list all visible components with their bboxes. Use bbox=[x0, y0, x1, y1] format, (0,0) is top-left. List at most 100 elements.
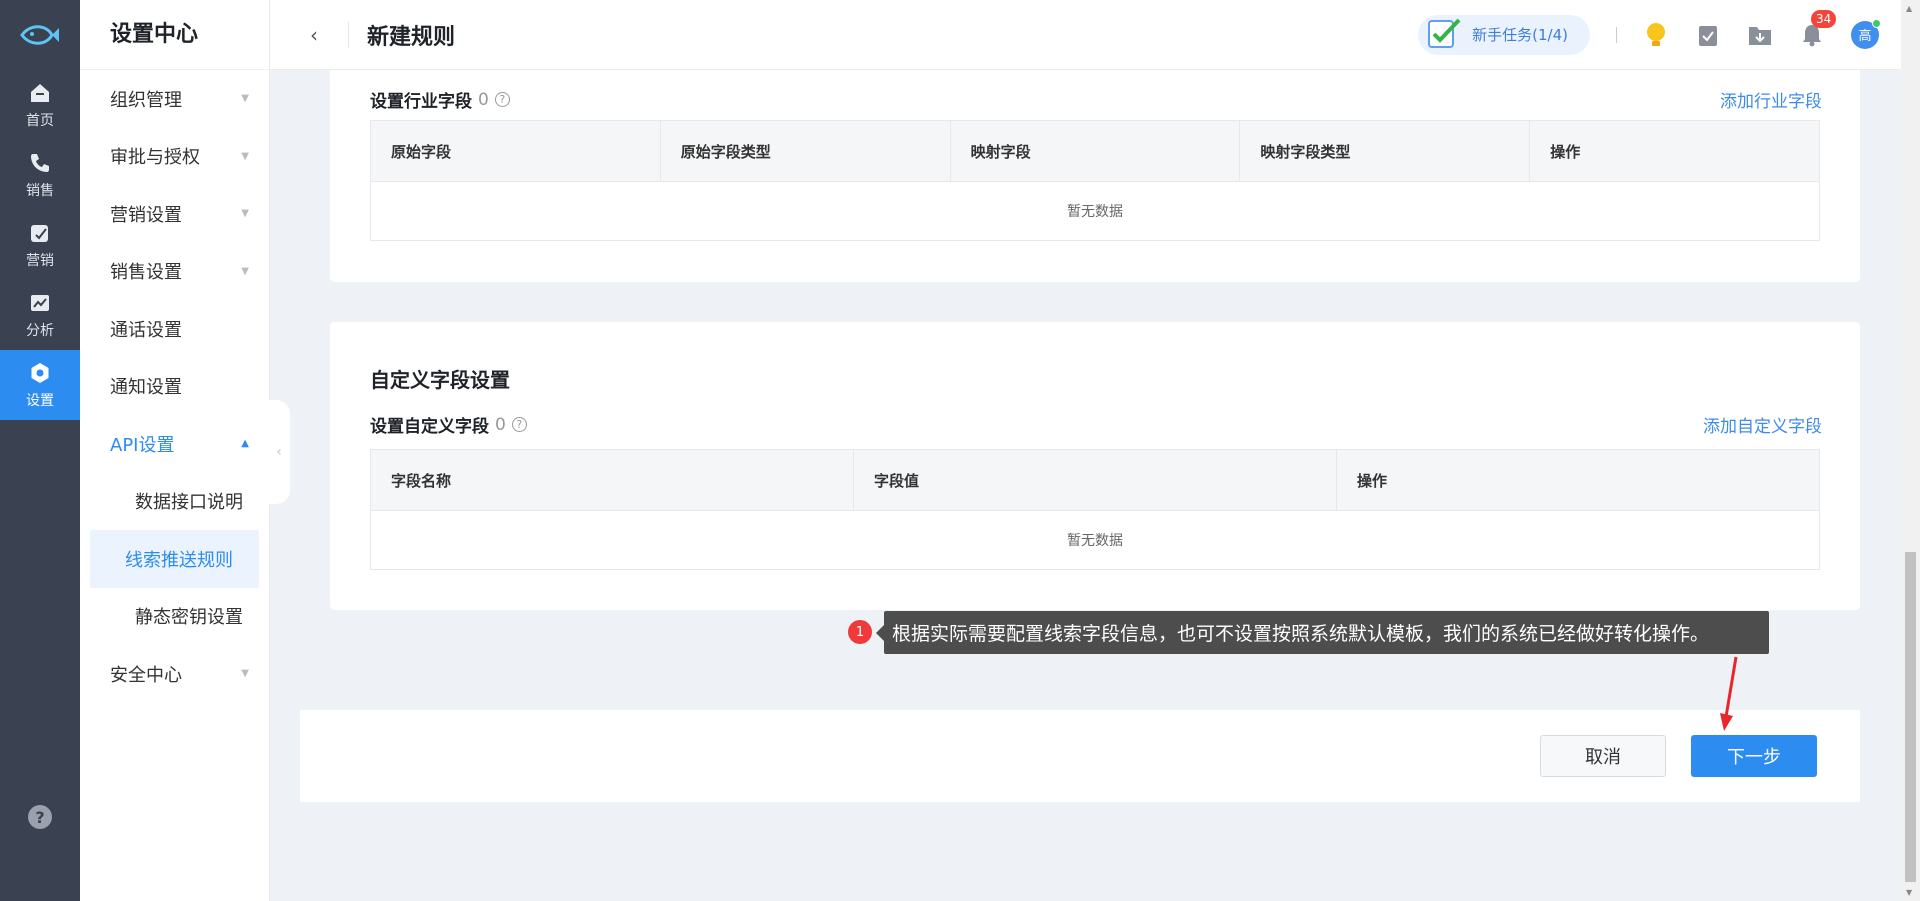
add-custom-field-link[interactable]: 添加自定义字段 bbox=[1703, 412, 1822, 437]
chevron-down-icon: ▼ bbox=[241, 265, 249, 277]
task-check-icon bbox=[1426, 16, 1462, 54]
menu-label: 审批与授权 bbox=[110, 147, 200, 169]
online-status-dot bbox=[1872, 18, 1881, 28]
chart-icon bbox=[27, 290, 53, 316]
chevron-up-icon: ▲ bbox=[241, 438, 249, 450]
bell-icon[interactable]: 34 bbox=[1799, 9, 1837, 48]
scrollbar-thumb[interactable] bbox=[1905, 552, 1916, 882]
menu-sub-lead-push-rules[interactable]: 线索推送规则 bbox=[90, 530, 259, 588]
next-step-button[interactable]: 下一步 bbox=[1691, 735, 1817, 777]
custom-section-title: 自定义字段设置 bbox=[370, 368, 510, 392]
form-footer: 取消 下一步 bbox=[300, 710, 1860, 802]
phone-icon bbox=[27, 150, 53, 176]
industry-field-heading: 设置行业字段 0 ? bbox=[370, 87, 510, 112]
avatar[interactable]: 高 bbox=[1851, 18, 1881, 49]
rail-label: 销售 bbox=[26, 183, 54, 199]
rail-item-settings[interactable]: 设置 bbox=[0, 350, 80, 420]
menu-label: 组织管理 bbox=[110, 89, 182, 111]
menu-item-org[interactable]: 组织管理 ▼ bbox=[80, 70, 269, 128]
vertical-scrollbar[interactable]: ▲ ▼ bbox=[1901, 0, 1920, 901]
table-header: 原始字段 原始字段类型 映射字段 映射字段类型 操作 bbox=[371, 121, 1819, 182]
question-icon[interactable]: ? bbox=[511, 417, 527, 432]
top-header: ‹ 新建规则 新手任务(1/4) 34 高 bbox=[270, 0, 1901, 70]
menu-item-sales[interactable]: 销售设置 ▼ bbox=[80, 243, 269, 301]
menu-label: 安全中心 bbox=[110, 664, 182, 686]
menu-item-security[interactable]: 安全中心 ▼ bbox=[80, 645, 269, 703]
annotation-arrow-icon bbox=[1720, 656, 1738, 731]
annotation-tooltip: 根据实际需要配置线索字段信息，也可不设置按照系统默认模板，我们的系统已经做好转化… bbox=[876, 611, 1769, 654]
industry-fields-card: 设置行业字段 0 ? 添加行业字段 原始字段 原始字段类型 映射字段 映射字段类… bbox=[330, 70, 1860, 282]
gear-icon bbox=[27, 360, 53, 386]
column-header: 操作 bbox=[1550, 142, 1581, 161]
cancel-button[interactable]: 取消 bbox=[1540, 735, 1666, 777]
clipboard-check-icon[interactable] bbox=[1695, 22, 1721, 48]
lightbulb-icon[interactable] bbox=[1643, 22, 1669, 48]
annotation-number-badge: 1 bbox=[848, 620, 872, 644]
column-header: 原始字段 bbox=[371, 121, 661, 181]
home-icon bbox=[27, 80, 53, 106]
divider bbox=[1616, 26, 1617, 43]
menu-item-call[interactable]: 通话设置 bbox=[80, 300, 269, 358]
menu-sub-static-key[interactable]: 静态密钥设置 bbox=[90, 588, 259, 646]
menu-collapse-handle[interactable]: ‹ bbox=[268, 400, 290, 504]
chevron-down-icon: ▼ bbox=[241, 93, 249, 105]
settings-menu: 设置中心 组织管理 ▼ 审批与授权 ▼ 营销设置 ▼ 销售设置 ▼ 通话设置 通知设置 … bbox=[80, 0, 270, 901]
divider bbox=[348, 21, 349, 48]
custom-fields-card: 自定义字段设置 设置自定义字段 0 ? 添加自定义字段 字段名称 字段值 操作 … bbox=[330, 322, 1860, 610]
rail-item-home[interactable]: 首页 bbox=[0, 70, 80, 140]
rail-item-marketing[interactable]: 营销 bbox=[0, 210, 80, 280]
menu-label: 通话设置 bbox=[110, 319, 182, 341]
rail-label: 分析 bbox=[26, 323, 54, 339]
task-label: 新手任务(1/4) bbox=[1472, 26, 1568, 44]
custom-field-count: 0 bbox=[495, 414, 506, 435]
menu-label: 通知设置 bbox=[110, 377, 182, 399]
help-icon[interactable]: ? bbox=[28, 805, 52, 829]
menu-item-approval[interactable]: 审批与授权 ▼ bbox=[80, 128, 269, 186]
rail-label: 首页 bbox=[26, 113, 54, 129]
empty-state: 暂无数据 bbox=[1067, 204, 1123, 220]
custom-field-label: 设置自定义字段 bbox=[370, 417, 489, 437]
empty-state: 暂无数据 bbox=[1067, 533, 1123, 549]
scroll-up-icon[interactable]: ▲ bbox=[1906, 4, 1912, 13]
add-industry-field-link[interactable]: 添加行业字段 bbox=[1720, 87, 1822, 112]
menu-sub-data-api[interactable]: 数据接口说明 bbox=[90, 473, 259, 531]
column-header: 字段值 bbox=[854, 450, 1337, 510]
column-header: 映射字段类型 bbox=[1240, 121, 1531, 181]
column-header: 映射字段 bbox=[951, 121, 1241, 181]
download-folder-icon[interactable] bbox=[1747, 22, 1773, 48]
chevron-left-icon: ‹ bbox=[276, 444, 282, 460]
menu-label: API设置 bbox=[110, 434, 175, 456]
custom-fields-table: 字段名称 字段值 操作 暂无数据 bbox=[370, 449, 1820, 570]
column-header: 字段名称 bbox=[371, 450, 854, 510]
newbie-task-button[interactable]: 新手任务(1/4) bbox=[1418, 14, 1590, 55]
menu-item-marketing[interactable]: 营销设置 ▼ bbox=[80, 185, 269, 243]
rail-label: 营销 bbox=[26, 253, 54, 269]
fish-logo-icon[interactable] bbox=[0, 0, 80, 70]
industry-fields-table: 原始字段 原始字段类型 映射字段 映射字段类型 操作 暂无数据 bbox=[370, 120, 1820, 241]
column-header: 操作 bbox=[1357, 471, 1388, 490]
industry-field-label: 设置行业字段 bbox=[370, 92, 472, 112]
menu-title: 设置中心 bbox=[80, 0, 269, 70]
rail-item-analysis[interactable]: 分析 bbox=[0, 280, 80, 350]
menu-item-api[interactable]: API设置 ▲ bbox=[80, 415, 269, 473]
question-icon[interactable]: ? bbox=[494, 92, 510, 107]
rail-item-sales[interactable]: 销售 bbox=[0, 140, 80, 210]
back-icon[interactable]: ‹ bbox=[310, 23, 340, 47]
notification-badge: 34 bbox=[1811, 9, 1837, 28]
scroll-down-icon[interactable]: ▼ bbox=[1906, 888, 1912, 897]
menu-item-notify[interactable]: 通知设置 bbox=[80, 358, 269, 416]
menu-label: 营销设置 bbox=[110, 204, 182, 226]
custom-field-heading: 设置自定义字段 0 ? bbox=[370, 412, 527, 437]
main-nav-rail: 首页 销售 营销 分析 设置 ? bbox=[0, 0, 80, 901]
rail-label: 设置 bbox=[26, 393, 54, 409]
chevron-down-icon: ▼ bbox=[241, 668, 249, 680]
page-title: 新建规则 bbox=[367, 24, 456, 50]
table-header: 字段名称 字段值 操作 bbox=[371, 450, 1819, 511]
menu-label: 销售设置 bbox=[110, 262, 182, 284]
industry-field-count: 0 bbox=[478, 89, 489, 110]
column-header: 原始字段类型 bbox=[661, 121, 951, 181]
avatar-initial: 高 bbox=[1858, 29, 1872, 44]
edit-icon bbox=[27, 220, 53, 246]
chevron-down-icon: ▼ bbox=[241, 150, 249, 162]
chevron-down-icon: ▼ bbox=[241, 208, 249, 220]
